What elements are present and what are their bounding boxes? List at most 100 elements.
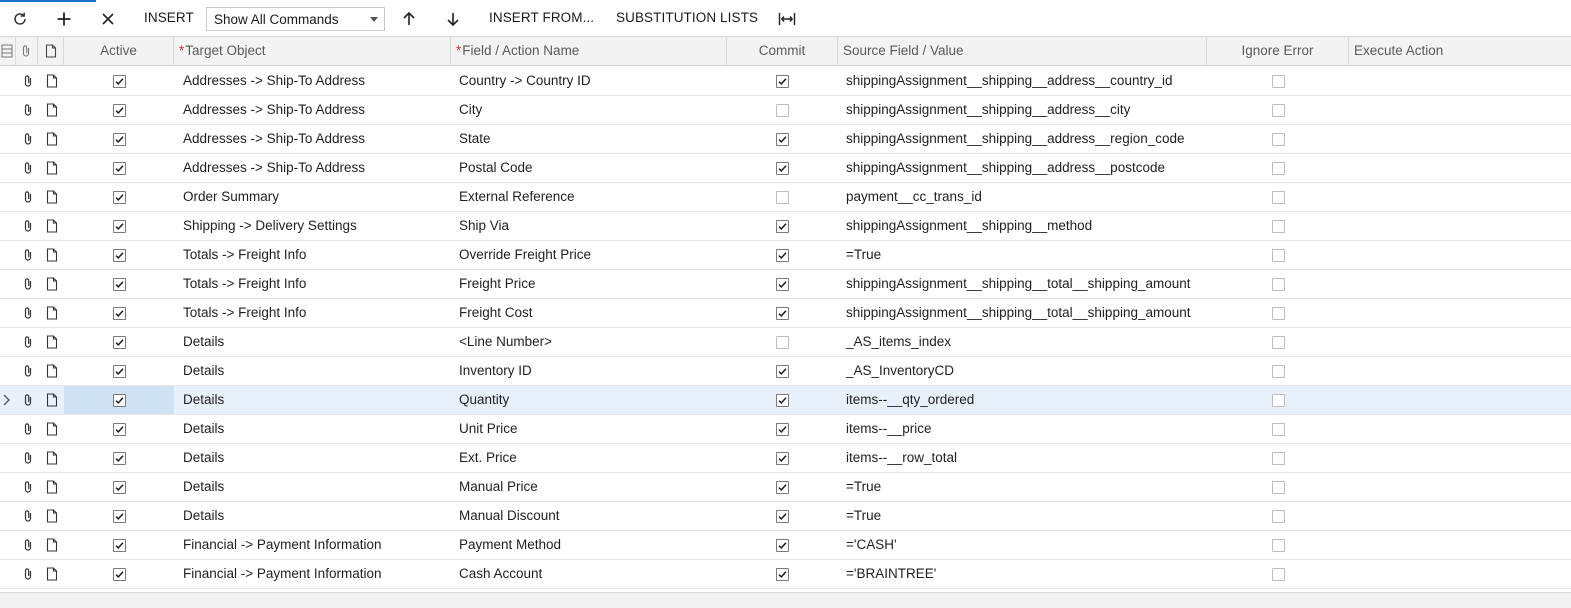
- field-action-cell[interactable]: Unit Price: [454, 415, 727, 443]
- field-action-cell[interactable]: Payment Method: [454, 531, 727, 559]
- active-checkbox[interactable]: [112, 538, 126, 552]
- ignore-error-checkbox-cell[interactable]: [1207, 502, 1349, 530]
- attachment-icon[interactable]: [21, 132, 35, 146]
- table-row[interactable]: Totals -> Freight Info Freight Cost shippi…: [0, 299, 1571, 328]
- ignore-error-checkbox-cell[interactable]: [1207, 299, 1349, 327]
- active-checkbox-cell[interactable]: [64, 154, 174, 182]
- commit-checkbox-cell[interactable]: [727, 212, 838, 240]
- ignore-error-checkbox-cell[interactable]: [1207, 415, 1349, 443]
- active-checkbox-cell[interactable]: [64, 183, 174, 211]
- active-checkbox[interactable]: [112, 364, 126, 378]
- commit-checkbox-cell[interactable]: [727, 299, 838, 327]
- table-row[interactable]: Details Inventory ID _AS_InventoryCD: [0, 357, 1571, 386]
- attachment-icon[interactable]: [21, 335, 35, 349]
- table-row[interactable]: Details Manual Discount =True: [0, 502, 1571, 531]
- table-row[interactable]: Addresses -> Ship-To Address Postal Code s…: [0, 154, 1571, 183]
- ignore-error-checkbox-cell[interactable]: [1207, 444, 1349, 472]
- active-checkbox[interactable]: [112, 277, 126, 291]
- ignore-error-checkbox-cell[interactable]: [1207, 473, 1349, 501]
- insert-button[interactable]: INSERT: [144, 10, 194, 25]
- attachment-icon[interactable]: [21, 103, 35, 117]
- commit-checkbox[interactable]: [776, 538, 789, 552]
- ignore-error-checkbox-cell[interactable]: [1207, 212, 1349, 240]
- active-checkbox-cell[interactable]: [64, 96, 174, 124]
- table-row[interactable]: Details <Line Number> _AS_items_index: [0, 328, 1571, 357]
- table-row[interactable]: Details Manual Price =True: [0, 473, 1571, 502]
- commit-checkbox[interactable]: [776, 451, 789, 465]
- ignore-error-checkbox[interactable]: [1271, 132, 1285, 146]
- attachment-icon[interactable]: [21, 567, 35, 581]
- source-field-cell[interactable]: shippingAssignment__shipping__address__c…: [841, 96, 1207, 124]
- commit-checkbox-cell[interactable]: [727, 444, 838, 472]
- active-checkbox[interactable]: [112, 306, 126, 320]
- active-checkbox[interactable]: [112, 190, 126, 204]
- field-action-cell[interactable]: Ship Via: [454, 212, 727, 240]
- source-field-column-header[interactable]: Source Field / Value: [838, 37, 1207, 66]
- execute-action-cell[interactable]: [1349, 502, 1571, 530]
- table-row[interactable]: Addresses -> Ship-To Address City shipping…: [0, 96, 1571, 125]
- note-icon[interactable]: [45, 306, 59, 320]
- ignore-error-checkbox-cell[interactable]: [1207, 183, 1349, 211]
- commit-checkbox[interactable]: [776, 219, 789, 233]
- ignore-error-column-header[interactable]: Ignore Error: [1207, 37, 1349, 66]
- commit-checkbox[interactable]: [776, 190, 789, 204]
- execute-action-cell[interactable]: [1349, 154, 1571, 182]
- commit-checkbox[interactable]: [776, 306, 789, 320]
- note-icon[interactable]: [45, 509, 59, 523]
- note-icon[interactable]: [45, 538, 59, 552]
- note-icon[interactable]: [45, 161, 59, 175]
- execute-action-column-header[interactable]: Execute Action: [1349, 37, 1571, 66]
- active-checkbox-cell[interactable]: [64, 473, 174, 501]
- ignore-error-checkbox-cell[interactable]: [1207, 386, 1349, 414]
- active-checkbox[interactable]: [112, 422, 126, 436]
- table-row[interactable]: Details Quantity items--__qty_ordered: [0, 386, 1571, 415]
- commit-checkbox[interactable]: [776, 422, 789, 436]
- target-object-cell[interactable]: Addresses -> Ship-To Address: [178, 125, 451, 153]
- ignore-error-checkbox[interactable]: [1271, 480, 1285, 494]
- execute-action-cell[interactable]: [1349, 415, 1571, 443]
- attachment-icon[interactable]: [21, 538, 35, 552]
- field-action-cell[interactable]: State: [454, 125, 727, 153]
- commit-checkbox[interactable]: [776, 509, 789, 523]
- active-checkbox-cell[interactable]: [64, 357, 174, 385]
- arrow-down-icon[interactable]: [442, 8, 464, 30]
- ignore-error-checkbox-cell[interactable]: [1207, 357, 1349, 385]
- attachment-icon[interactable]: [21, 480, 35, 494]
- source-field-cell[interactable]: shippingAssignment__shipping__address__p…: [841, 154, 1207, 182]
- active-checkbox[interactable]: [112, 567, 126, 581]
- commit-checkbox[interactable]: [776, 364, 789, 378]
- ignore-error-checkbox[interactable]: [1271, 74, 1285, 88]
- table-row[interactable]: Addresses -> Ship-To Address Country -> C…: [0, 67, 1571, 96]
- plus-icon[interactable]: [53, 8, 75, 30]
- commit-checkbox[interactable]: [776, 480, 789, 494]
- ignore-error-checkbox-cell[interactable]: [1207, 560, 1349, 588]
- active-checkbox[interactable]: [112, 335, 126, 349]
- note-icon[interactable]: [45, 219, 59, 233]
- execute-action-cell[interactable]: [1349, 125, 1571, 153]
- ignore-error-checkbox[interactable]: [1271, 422, 1285, 436]
- note-icon[interactable]: [45, 422, 59, 436]
- execute-action-cell[interactable]: [1349, 96, 1571, 124]
- commit-checkbox[interactable]: [776, 277, 789, 291]
- attachment-icon[interactable]: [21, 509, 35, 523]
- note-icon[interactable]: [45, 393, 59, 407]
- note-icon[interactable]: [45, 567, 59, 581]
- target-object-cell[interactable]: Order Summary: [178, 183, 451, 211]
- attachment-icon[interactable]: [21, 74, 35, 88]
- commit-checkbox-cell[interactable]: [727, 502, 838, 530]
- field-action-cell[interactable]: Cash Account: [454, 560, 727, 588]
- source-field-cell[interactable]: ='CASH': [841, 531, 1207, 559]
- note-icon[interactable]: [45, 74, 59, 88]
- attachment-icon[interactable]: [21, 306, 35, 320]
- table-row[interactable]: Totals -> Freight Info Freight Price shipp…: [0, 270, 1571, 299]
- active-checkbox[interactable]: [112, 509, 126, 523]
- active-checkbox-cell[interactable]: [64, 560, 174, 588]
- field-action-cell[interactable]: Manual Price: [454, 473, 727, 501]
- substitution-lists-button[interactable]: SUBSTITUTION LISTS: [616, 10, 758, 25]
- note-icon[interactable]: [45, 190, 59, 204]
- source-field-cell[interactable]: items--__qty_ordered: [841, 386, 1207, 414]
- ignore-error-checkbox-cell[interactable]: [1207, 270, 1349, 298]
- target-object-cell[interactable]: Addresses -> Ship-To Address: [178, 67, 451, 95]
- table-row[interactable]: Shipping -> Delivery Settings Ship Via shi…: [0, 212, 1571, 241]
- commit-checkbox[interactable]: [776, 74, 789, 88]
